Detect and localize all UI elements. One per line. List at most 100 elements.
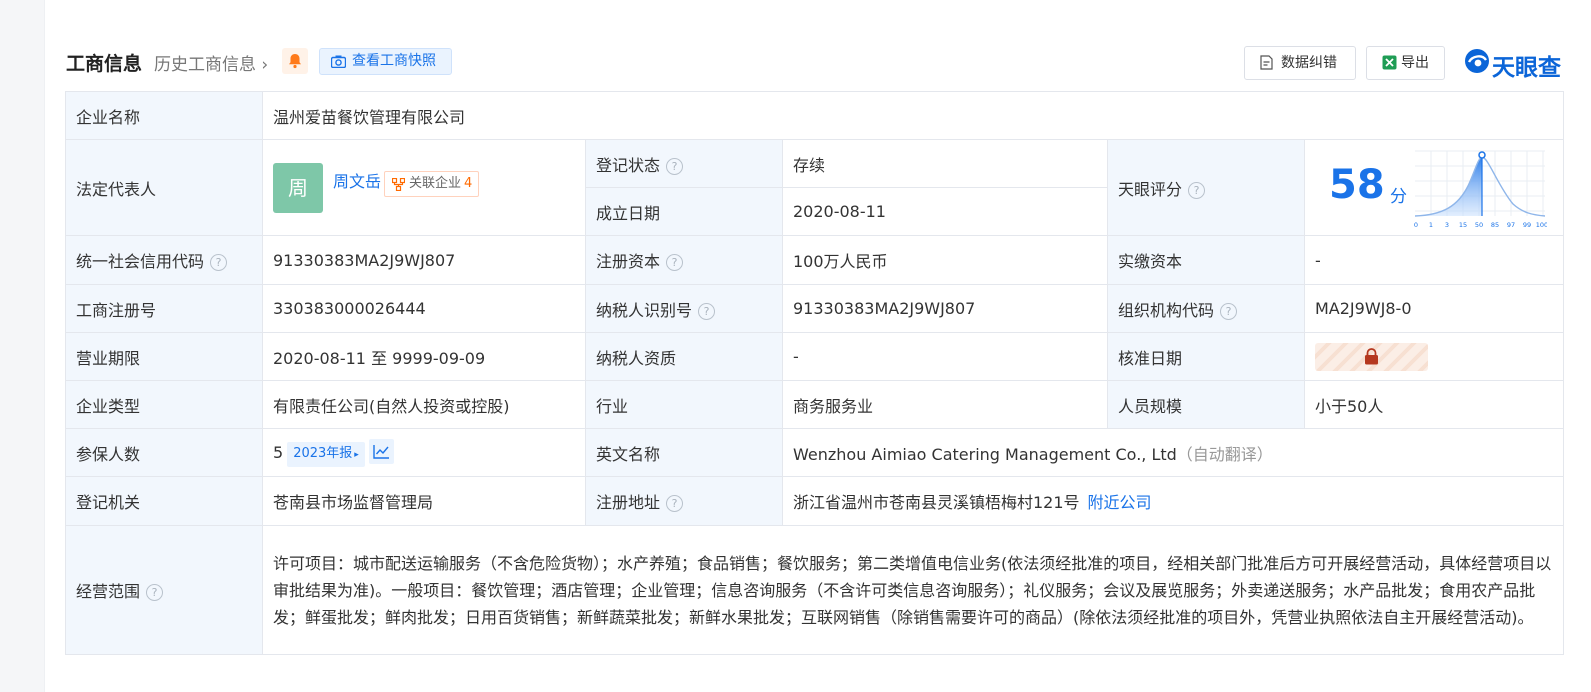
reg-status-label-text: 登记状态	[596, 155, 661, 175]
english-name-label: 英文名称	[585, 428, 783, 477]
org-code-label: 组织机构代码?	[1107, 284, 1305, 333]
monitor-bell-button[interactable]	[282, 48, 308, 74]
score-tick: 15	[1459, 221, 1467, 229]
type-label: 企业类型	[65, 380, 263, 429]
address: 浙江省温州市苍南县灵溪镇梧梅村121号	[793, 493, 1080, 512]
scope-label-text: 经营范围	[76, 582, 141, 601]
credit-code-label: 统一社会信用代码?	[65, 235, 263, 285]
view-snapshot-button[interactable]: 查看工商快照	[319, 48, 452, 75]
insured-count: 5	[273, 442, 284, 462]
help-icon[interactable]: ?	[146, 584, 164, 601]
help-icon[interactable]: ?	[1188, 181, 1206, 199]
legal-rep-label: 法定代表人	[65, 139, 263, 236]
history-info-link[interactable]: 历史工商信息 ›	[154, 50, 268, 75]
vip-locked-field[interactable]	[1315, 342, 1428, 371]
found-date-label: 成立日期	[585, 187, 783, 236]
term: 2020-08-11 至 9999-09-09	[262, 332, 586, 381]
score-tick: 97	[1507, 221, 1515, 229]
score-tick: 1	[1429, 221, 1433, 229]
credit-code-label-text: 统一社会信用代码	[76, 252, 205, 271]
english-name-cell: Wenzhou Aimiao Catering Management Co., …	[781, 428, 1565, 477]
english-name: Wenzhou Aimiao Catering Management Co., …	[793, 444, 1177, 464]
score-cell[interactable]: 58 分 0 1 3 15 50 85 97 99 100	[1303, 139, 1565, 236]
reg-capital-label: 注册资本?	[585, 235, 783, 285]
org-code-label-text: 组织机构代码	[1118, 300, 1215, 320]
taxpayer-qual: -	[782, 332, 1108, 381]
excel-icon	[1382, 55, 1397, 70]
address-label: 注册地址?	[585, 476, 783, 526]
annual-report-label: 2023年报	[293, 445, 353, 461]
legal-rep-cell: 周周文岳 关联企业 4	[262, 139, 586, 236]
help-icon[interactable]: ?	[666, 495, 684, 512]
table-row: 营业期限 2020-08-11 至 9999-09-09 纳税人资质 - 核准日…	[65, 332, 1565, 381]
related-label: 关联企业	[409, 176, 462, 191]
term-label: 营业期限	[65, 332, 263, 381]
annual-report-badge[interactable]: 2023年报 ▸	[287, 441, 365, 467]
score-distribution-chart: 0 1 3 15 50 85 97 99 100	[1414, 150, 1547, 229]
left-side-strip	[0, 0, 45, 692]
taxpayer-id-label: 纳税人识别号?	[585, 284, 783, 333]
authority-label: 登记机关	[65, 476, 263, 526]
reg-status: 存续	[782, 139, 1108, 188]
industry-label: 行业	[585, 380, 783, 429]
business-info-table: 企业名称 温州爱苗餐饮管理有限公司 法定代表人 周周文岳 关联企业 4 登记状态? …	[65, 91, 1565, 655]
export-button[interactable]: 导出	[1366, 46, 1445, 80]
paid-capital: -	[1303, 235, 1565, 285]
credit-code: 91330383MA2J9WJ807	[262, 235, 586, 285]
line-chart-icon	[373, 444, 389, 459]
export-label: 导出	[1401, 55, 1429, 71]
lock-icon	[1365, 347, 1378, 364]
org-code: MA2J9WJ8-0	[1303, 284, 1565, 333]
insured-label: 参保人数	[65, 428, 263, 477]
table-row: 企业名称 温州爱苗餐饮管理有限公司	[65, 91, 1565, 140]
score-tick: 100	[1536, 221, 1547, 229]
camera-icon	[331, 55, 346, 68]
network-icon	[392, 178, 406, 191]
help-icon[interactable]: ?	[210, 254, 228, 271]
insured-cell: 5 2023年报 ▸	[262, 428, 586, 477]
score-tick: 85	[1491, 221, 1499, 229]
caret-right-icon: ▸	[354, 449, 359, 460]
table-row: 工商注册号 330383000026444 纳税人识别号? 91330383MA…	[65, 284, 1565, 333]
help-icon[interactable]: ?	[666, 157, 684, 175]
help-icon[interactable]: ?	[666, 254, 684, 271]
score-tick: 99	[1523, 221, 1531, 229]
avatar[interactable]: 周	[273, 162, 323, 213]
related-companies-badge[interactable]: 关联企业 4	[384, 171, 480, 197]
company-type: 有限责任公司(自然人投资或控股)	[262, 380, 586, 429]
help-icon[interactable]: ?	[1220, 302, 1238, 320]
industry: 商务服务业	[782, 380, 1108, 429]
section-header: 工商信息 历史工商信息 › 查看工商快照 数据纠错 导出 天眼查	[66, 40, 1566, 84]
score-label-text: 天眼评分	[1118, 179, 1183, 199]
table-row: 经营范围? 许可项目：城市配送运输服务（不含危险货物）；水产养殖；食品销售；餐饮…	[65, 525, 1565, 655]
authority: 苍南县市场监督管理局	[262, 476, 586, 526]
scope-label: 经营范围?	[65, 525, 263, 655]
legal-rep-name-link[interactable]: 周文岳	[333, 172, 381, 191]
help-icon[interactable]: ?	[698, 302, 716, 320]
trend-chart-button[interactable]	[368, 438, 394, 464]
logo-eye-icon	[1465, 49, 1489, 73]
data-correction-button[interactable]: 数据纠错	[1244, 46, 1356, 80]
chevron-right-icon: ›	[261, 55, 269, 75]
approval-date-label: 核准日期	[1107, 332, 1305, 381]
company-name: 温州爱苗餐饮管理有限公司	[261, 91, 1565, 140]
reg-no: 330383000026444	[262, 284, 586, 333]
reg-capital-label-text: 注册资本	[596, 252, 661, 271]
score-tick: 0	[1414, 221, 1418, 229]
staff-label: 人员规模	[1107, 380, 1305, 429]
business-scope: 许可项目：城市配送运输服务（不含危险货物）；水产养殖；食品销售；餐饮服务；第二类…	[261, 525, 1565, 655]
reg-capital: 100万人民币	[782, 235, 1108, 285]
view-snapshot-label: 查看工商快照	[352, 53, 436, 69]
logo-text: 天眼查	[1492, 55, 1561, 81]
found-date: 2020-08-11	[782, 187, 1108, 236]
score-unit: 分	[1390, 187, 1407, 207]
section-title: 工商信息	[66, 53, 143, 75]
paid-capital-label: 实缴资本	[1107, 235, 1305, 285]
data-correction-label: 数据纠错	[1281, 55, 1337, 71]
document-edit-icon	[1260, 55, 1273, 70]
reg-no-label: 工商注册号	[65, 284, 263, 333]
taxpayer-id-label-text: 纳税人识别号	[596, 300, 693, 320]
nearby-companies-link[interactable]: 附近公司	[1088, 493, 1152, 512]
score-tick: 50	[1475, 221, 1483, 229]
auto-translate-note: （自动翻译）	[1176, 444, 1273, 464]
